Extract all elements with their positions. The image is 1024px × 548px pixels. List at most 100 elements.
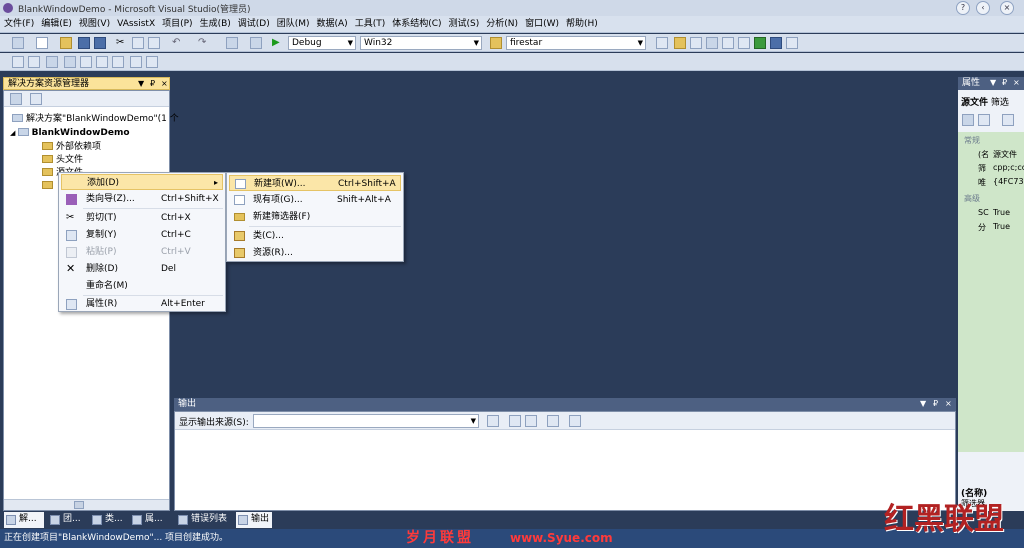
pin-icon[interactable]: ₽ bbox=[150, 78, 155, 90]
menu-build[interactable]: 生成(B) bbox=[196, 16, 234, 32]
close-icon[interactable]: × bbox=[945, 398, 952, 410]
paste-icon[interactable] bbox=[148, 37, 160, 49]
toolbox-icon[interactable] bbox=[722, 37, 734, 49]
vax-find-symbol-icon[interactable] bbox=[28, 56, 40, 68]
menu-edit[interactable]: 编辑(E) bbox=[37, 16, 75, 32]
menu-architecture[interactable]: 体系结构(C) bbox=[388, 16, 444, 32]
chevron-down-icon[interactable]: ▼ bbox=[138, 78, 144, 90]
menu-file[interactable]: 文件(F) bbox=[0, 16, 37, 32]
prop-value[interactable]: {4FC737 bbox=[993, 177, 1024, 186]
find-message-icon[interactable] bbox=[487, 415, 499, 427]
prop-value[interactable]: cpp;c;cc bbox=[993, 163, 1024, 172]
show-all-files-icon[interactable] bbox=[30, 93, 42, 105]
chevron-down-icon[interactable]: ▼ bbox=[920, 398, 926, 410]
menu-data[interactable]: 数据(A) bbox=[313, 16, 351, 32]
vax-bookmark-icon[interactable] bbox=[112, 56, 124, 68]
submenu-item-new-item[interactable]: 新建项(W)... Ctrl+Shift+A bbox=[229, 175, 401, 191]
tab-class-view[interactable]: 类... bbox=[90, 512, 130, 528]
redo-icon[interactable]: ↷ bbox=[198, 37, 210, 49]
cut-icon[interactable]: ✂ bbox=[116, 37, 128, 49]
platform-select[interactable]: Win32 ▼ bbox=[360, 36, 482, 50]
configuration-select[interactable]: Debug ▼ bbox=[288, 36, 356, 50]
properties-object-selector[interactable]: 源文件 筛选 bbox=[961, 95, 1009, 108]
menu-window[interactable]: 窗口(W) bbox=[521, 16, 562, 32]
menu-item-properties[interactable]: 属性(R) Alt+Enter bbox=[61, 296, 223, 312]
object-browser-icon[interactable] bbox=[706, 37, 718, 49]
vax-list-methods-icon[interactable] bbox=[96, 56, 108, 68]
menu-analyze[interactable]: 分析(N) bbox=[482, 16, 521, 32]
submenu-item-existing-item[interactable]: 现有项(G)... Shift+Alt+A bbox=[229, 192, 401, 208]
submenu-item-resource[interactable]: 资源(R)... bbox=[229, 245, 401, 261]
menu-team[interactable]: 团队(M) bbox=[273, 16, 313, 32]
open-file-icon[interactable] bbox=[60, 37, 72, 49]
vax-open-file-icon[interactable] bbox=[12, 56, 24, 68]
word-wrap-icon[interactable] bbox=[569, 415, 581, 427]
properties-window-icon[interactable] bbox=[690, 37, 702, 49]
output-source-select[interactable]: ▼ bbox=[253, 414, 479, 428]
clear-all-icon[interactable] bbox=[547, 415, 559, 427]
pin-icon[interactable]: ₽ bbox=[1002, 77, 1007, 89]
vax-references-icon[interactable] bbox=[46, 56, 58, 68]
tree-project[interactable]: ◢ BlankWindowDemo bbox=[10, 127, 130, 139]
menu-item-cut[interactable]: ✂ 剪切(T) Ctrl+X bbox=[61, 210, 223, 226]
tree-solution[interactable]: 解决方案"BlankWindowDemo"(1 个 bbox=[12, 113, 179, 125]
find-combo[interactable]: firestar ▼ bbox=[506, 36, 646, 50]
find-in-files-icon[interactable] bbox=[490, 37, 502, 49]
prop-value[interactable]: True bbox=[993, 208, 1010, 217]
help-button[interactable]: ? bbox=[956, 1, 970, 15]
scrollbar-thumb[interactable] bbox=[74, 501, 84, 509]
save-icon[interactable] bbox=[78, 37, 90, 49]
minimize-button[interactable]: ‹ bbox=[976, 1, 990, 15]
vax-goto-icon[interactable] bbox=[130, 56, 142, 68]
menu-debug[interactable]: 调试(D) bbox=[234, 16, 273, 32]
add-item-icon[interactable] bbox=[36, 37, 48, 49]
navigate-backward-icon[interactable] bbox=[226, 37, 238, 49]
options-icon[interactable] bbox=[786, 37, 798, 49]
new-project-icon[interactable] bbox=[12, 37, 24, 49]
navigate-forward-icon[interactable] bbox=[250, 37, 262, 49]
tab-solution-explorer[interactable]: 解... bbox=[4, 512, 44, 528]
property-pages-icon[interactable] bbox=[1002, 114, 1014, 126]
tree-header-files[interactable]: 头文件 bbox=[42, 154, 83, 166]
menu-tools[interactable]: 工具(T) bbox=[351, 16, 389, 32]
menu-item-class-wizard[interactable]: 类向导(Z)... Ctrl+Shift+X bbox=[61, 191, 223, 207]
solution-explorer-icon[interactable] bbox=[674, 37, 686, 49]
previous-message-icon[interactable] bbox=[509, 415, 521, 427]
tab-team-explorer[interactable]: 团... bbox=[48, 512, 88, 528]
tree-external-deps[interactable]: 外部依赖项 bbox=[42, 141, 101, 153]
menu-item-delete[interactable]: ✕ 删除(D) Del bbox=[61, 261, 223, 277]
prop-value[interactable]: True bbox=[993, 222, 1010, 231]
vax-spell-icon[interactable] bbox=[146, 56, 158, 68]
submenu-item-class[interactable]: 类(C)... bbox=[229, 228, 401, 244]
extension-manager-icon[interactable] bbox=[738, 37, 750, 49]
menu-vassistx[interactable]: VAssistX bbox=[113, 16, 158, 32]
menu-item-rename[interactable]: 重命名(M) bbox=[61, 278, 223, 294]
tab-output[interactable]: 输出 bbox=[236, 512, 272, 528]
menu-test[interactable]: 测试(S) bbox=[445, 16, 483, 32]
menu-item-add[interactable]: 添加(D) ▸ bbox=[61, 174, 223, 190]
tree-resource-files[interactable] bbox=[42, 180, 56, 192]
alphabetical-icon[interactable] bbox=[978, 114, 990, 126]
close-button[interactable]: × bbox=[1000, 1, 1014, 15]
start-page-icon[interactable] bbox=[754, 37, 766, 49]
tab-property-manager[interactable]: 属... bbox=[130, 512, 170, 528]
categorized-icon[interactable] bbox=[962, 114, 974, 126]
undo-icon[interactable]: ↶ bbox=[172, 37, 184, 49]
prop-value[interactable]: 源文件 bbox=[993, 149, 1017, 160]
pin-icon[interactable]: ₽ bbox=[933, 398, 938, 410]
menu-view[interactable]: 视图(V) bbox=[75, 16, 113, 32]
menu-project[interactable]: 项目(P) bbox=[158, 16, 195, 32]
menu-help[interactable]: 帮助(H) bbox=[562, 16, 601, 32]
menu-item-copy[interactable]: 复制(Y) Ctrl+C bbox=[61, 227, 223, 243]
save-all-icon[interactable] bbox=[94, 37, 106, 49]
next-message-icon[interactable] bbox=[525, 415, 537, 427]
vax-header-icon[interactable] bbox=[64, 56, 76, 68]
close-icon[interactable]: × bbox=[1013, 77, 1020, 89]
find-icon[interactable] bbox=[656, 37, 668, 49]
tab-error-list[interactable]: 错误列表 bbox=[176, 512, 234, 528]
command-window-icon[interactable] bbox=[770, 37, 782, 49]
submenu-item-new-filter[interactable]: 新建筛选器(F) bbox=[229, 209, 401, 225]
close-icon[interactable]: × bbox=[161, 78, 168, 90]
horizontal-scrollbar[interactable] bbox=[4, 499, 169, 510]
copy-icon[interactable] bbox=[132, 37, 144, 49]
